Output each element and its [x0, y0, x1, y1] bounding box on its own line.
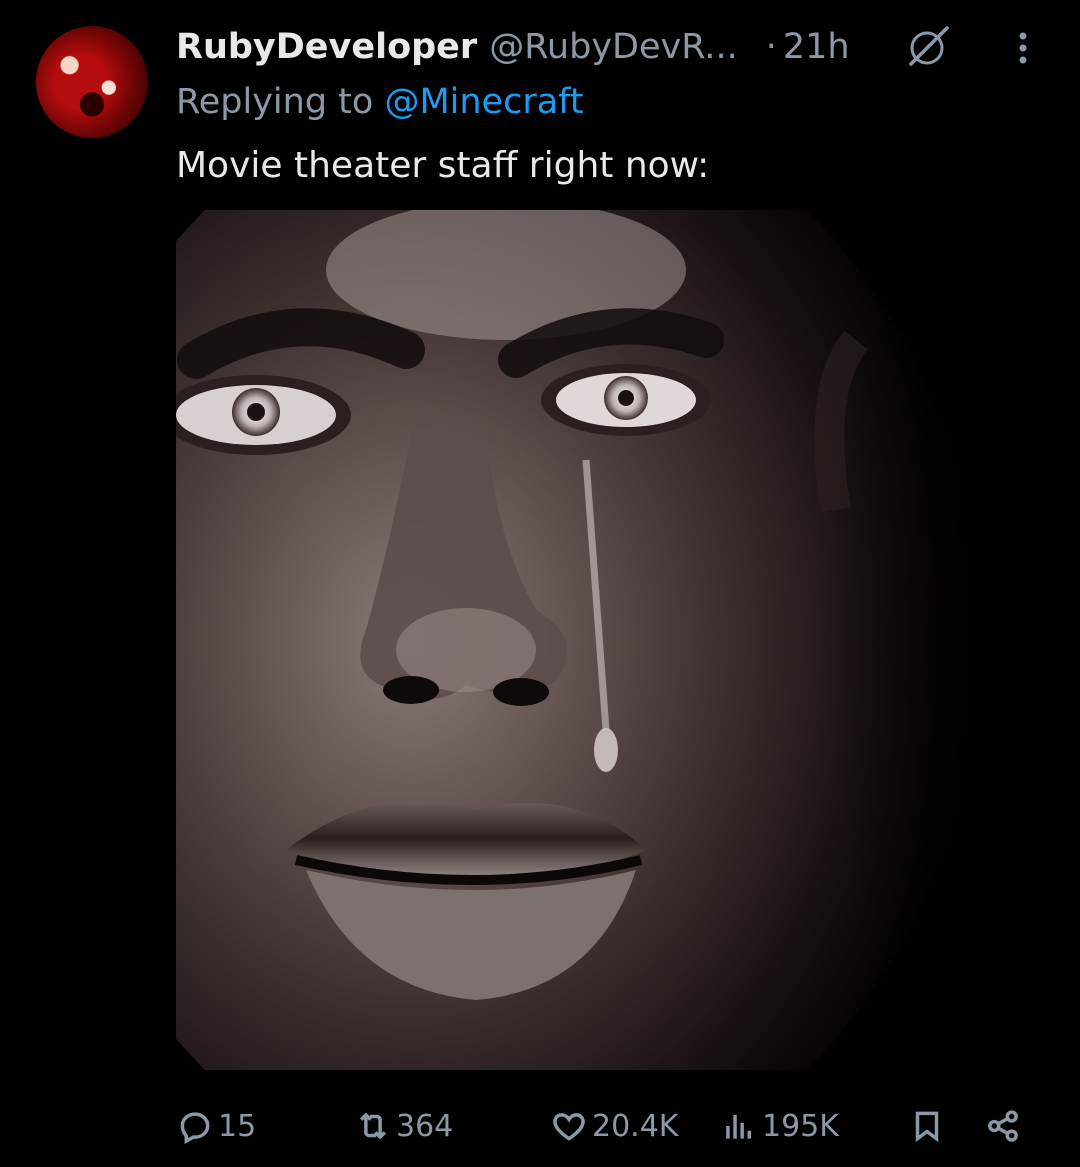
user-handle[interactable]: @RubyDevR... — [489, 27, 738, 67]
more-options-icon[interactable] — [1008, 28, 1038, 68]
share-icon — [988, 1110, 1018, 1142]
replying-to-line: Replying to @Minecraft — [176, 82, 584, 122]
separator-dot: · — [765, 27, 777, 67]
crying-face-illustration — [176, 210, 1046, 1070]
display-name[interactable]: RubyDeveloper — [176, 27, 477, 67]
tweet-actions: 15 364 20.4K 195K — [176, 1098, 1046, 1154]
tweet-header: RubyDeveloper @RubyDevR... · 21h — [176, 22, 850, 72]
views-icon — [726, 1114, 752, 1139]
heart-icon — [553, 1113, 585, 1141]
reply-count: 15 — [218, 1108, 257, 1144]
retweet-icon — [359, 1112, 387, 1140]
timestamp[interactable]: 21h — [783, 27, 850, 67]
bookmark-icon — [915, 1111, 939, 1143]
grok-icon[interactable] — [905, 24, 951, 70]
replying-to-label: Replying to — [176, 82, 385, 122]
views-button[interactable]: 195K — [720, 1098, 839, 1154]
avatar[interactable] — [36, 26, 148, 138]
retweet-button[interactable]: 364 — [354, 1098, 453, 1154]
reply-button[interactable]: 15 — [176, 1098, 256, 1154]
like-count: 20.4K — [592, 1108, 679, 1144]
views-count: 195K — [762, 1108, 839, 1144]
tweet-text: Movie theater staff right now: — [176, 145, 710, 186]
mention-link[interactable]: @Minecraft — [384, 82, 583, 122]
share-button[interactable] — [984, 1098, 1022, 1154]
tweet-media-image[interactable] — [176, 210, 1046, 1070]
retweet-count: 364 — [396, 1108, 454, 1144]
like-button[interactable]: 20.4K — [550, 1098, 678, 1154]
reply-icon — [180, 1112, 210, 1145]
bookmark-button[interactable] — [908, 1098, 946, 1154]
